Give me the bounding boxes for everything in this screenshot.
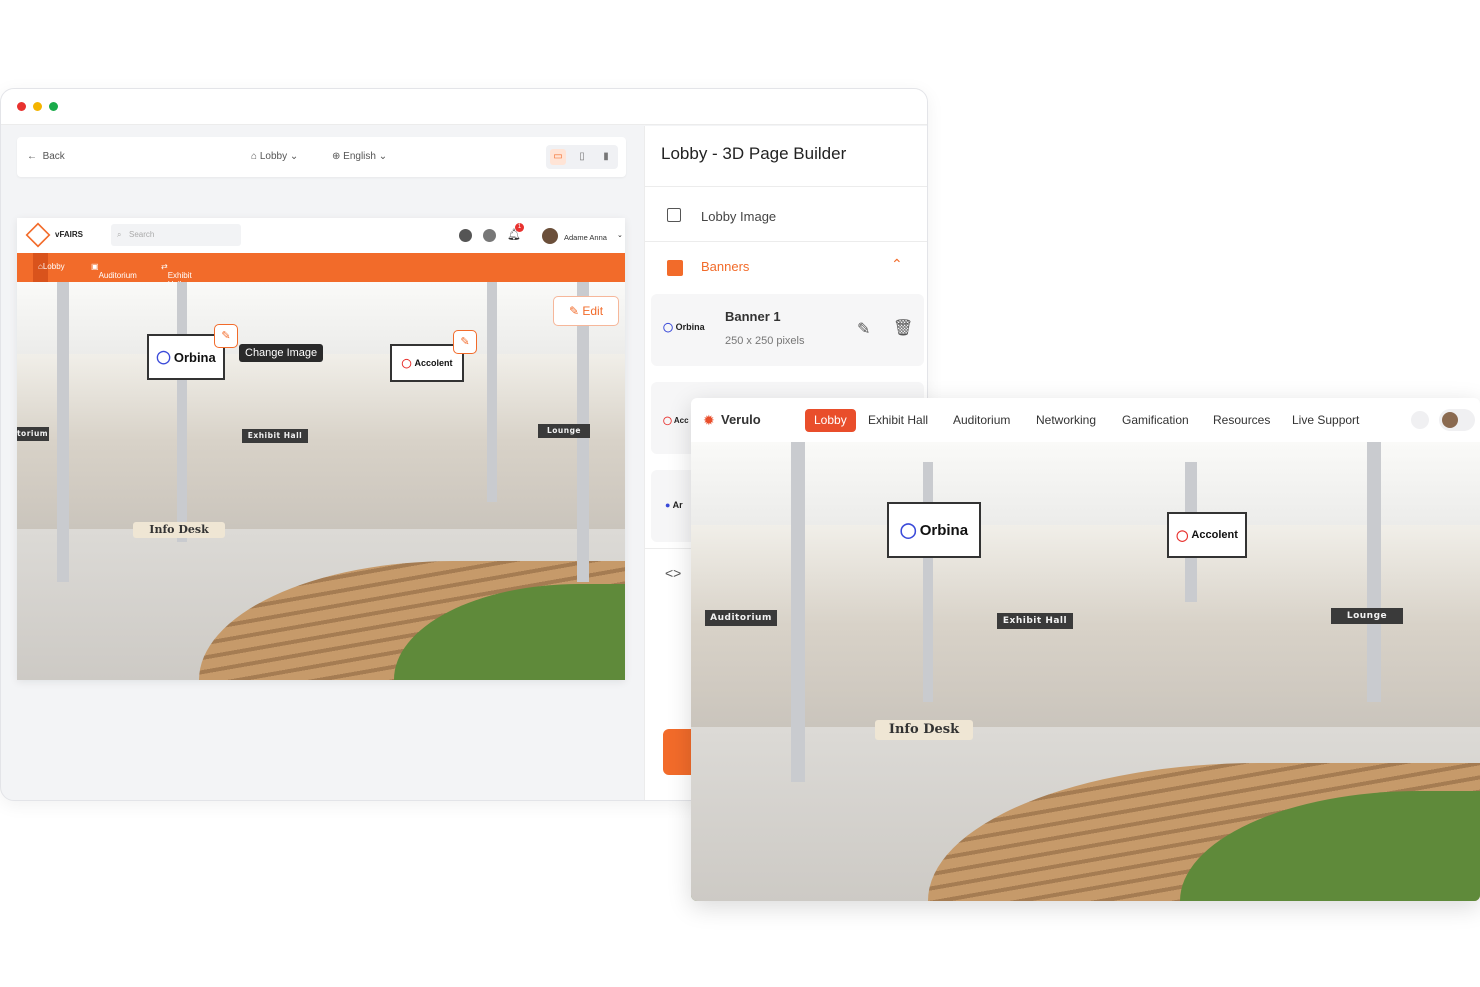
nav-exhibit-hall[interactable]: ⇄ Exhibit Hall (161, 262, 192, 289)
notification-icon[interactable] (1411, 411, 1429, 429)
image-icon (667, 208, 681, 222)
orbina-banner[interactable]: ◯ Orbina (887, 502, 981, 558)
lounge-sign: Lounge (1331, 608, 1403, 624)
attendee-scene: ◯ Orbina ◯ Accolent Auditorium Exhibit Hal… (691, 442, 1480, 901)
close-window-dot[interactable] (17, 102, 26, 111)
change-image-tooltip: Change Image (239, 344, 324, 362)
info-desk-sign: Info Desk (875, 720, 973, 740)
back-button[interactable]: ← Back (27, 151, 65, 162)
chevron-down-icon[interactable]: ⌄ (617, 231, 623, 239)
code-icon: <> (665, 565, 682, 581)
banner-layout-icon (667, 260, 683, 276)
nav-auditorium[interactable]: Auditorium (953, 413, 1010, 427)
desktop-view-icon[interactable]: ▭ (550, 149, 566, 165)
lobby-preview: vFAIRS ⌕ Search 🔔︎ 1 Adame Anna ⌄ ⌂ Lobby… (17, 218, 625, 680)
mobile-view-icon[interactable]: ▮ (598, 149, 614, 165)
chevron-down-icon: ⌄ (289, 151, 299, 162)
device-switcher: ▭ ▯ ▮ (546, 145, 618, 169)
nav-resources[interactable]: Resources (1213, 413, 1270, 427)
user-name: Adame Anna (564, 233, 607, 242)
nav-lobby[interactable]: ⌂ Lobby (33, 253, 65, 282)
panel-title: Lobby - 3D Page Builder (661, 144, 847, 163)
verulo-logo-icon: ✹ (703, 412, 715, 428)
info-desk-sign: Info Desk (133, 522, 225, 538)
chevron-up-icon[interactable]: ⌃ (891, 256, 903, 273)
chevron-down-icon: ⌄ (378, 151, 388, 162)
nav-lobby[interactable]: Lobby (805, 409, 856, 432)
preview-nav: ⌂ Lobby ▣ Auditorium ⇄ Exhibit Hall (17, 253, 625, 289)
lounge-sign: Lounge (538, 424, 590, 438)
exhibit-hall-sign: Exhibit Hall (242, 429, 308, 443)
user-menu[interactable] (1439, 409, 1475, 431)
tablet-view-icon[interactable]: ▯ (574, 149, 590, 165)
notification-badge: 1 (515, 223, 524, 232)
auditorium-sign: Auditorium (17, 427, 49, 441)
orbina-logo: ◯ Orbina (663, 322, 705, 332)
banners-row[interactable]: Banners ⌃ (645, 241, 927, 296)
banner-1-card: ◯ Orbina Banner 1 250 x 250 pixels ✎ 🗑︎ (651, 294, 924, 366)
edit-icon[interactable]: ✎ (857, 319, 870, 339)
preview-header: vFAIRS ⌕ Search 🔔︎ 1 Adame Anna ⌄ (17, 218, 625, 253)
auditorium-sign: Auditorium (705, 610, 777, 626)
nav-exhibit-hall[interactable]: Exhibit Hall (868, 413, 928, 427)
attendee-nav: ✹ Verulo Lobby Exhibit Hall Auditorium N… (691, 398, 1480, 442)
trash-icon[interactable]: 🗑︎ (893, 318, 913, 338)
arrow-left-icon: ← (27, 151, 37, 162)
pencil-icon: ✎ (568, 304, 580, 318)
banner-title: Banner 1 (725, 309, 781, 324)
maximize-window-dot[interactable] (49, 102, 58, 111)
brand-name: Verulo (721, 412, 761, 427)
nav-live-support[interactable]: Live Support (1292, 413, 1359, 427)
lobby-image-row[interactable]: Lobby Image (645, 186, 927, 241)
accolent-logo: ◯ Acc (663, 416, 689, 425)
avatar (1442, 412, 1458, 428)
language-select[interactable]: ⊕ English ⌄ (332, 151, 387, 162)
page-select[interactable]: ⌂ Lobby ⌄ (251, 151, 298, 162)
edit-banner-pencil-icon[interactable]: ✎ (453, 330, 477, 354)
accessibility-icon[interactable] (483, 229, 496, 242)
vfairs-logo-icon (25, 222, 51, 248)
brand-name: vFAIRS (55, 230, 84, 239)
nav-gamification[interactable]: Gamification (1122, 413, 1189, 427)
attendee-view: ✹ Verulo Lobby Exhibit Hall Auditorium N… (691, 398, 1480, 901)
globe-icon: ⊕ (332, 151, 341, 162)
edit-banner-pencil-icon[interactable]: ✎ (214, 324, 238, 348)
edit-button[interactable]: ✎ Edit (553, 296, 619, 326)
window-titlebar (1, 89, 927, 125)
banner-size: 250 x 250 pixels (725, 335, 805, 347)
home-icon: ⌂ (251, 151, 258, 162)
preview-scene: ◯ Orbina ◯ Accolent ✎ ✎ Change Image ✎ Edi… (17, 282, 625, 680)
builder-toolbar: ← Back ⌂ Lobby ⌄ ⊕ English ⌄ ▭ ▯ ▮ (17, 137, 626, 177)
exhibit-hall-sign: Exhibit Hall (997, 613, 1073, 629)
chat-icon[interactable] (459, 229, 472, 242)
partial-logo: ● Ar (665, 500, 683, 510)
search-icon: ⌕ (117, 230, 122, 239)
accolent-banner[interactable]: ◯ Accolent (1167, 512, 1247, 558)
minimize-window-dot[interactable] (33, 102, 42, 111)
nav-networking[interactable]: Networking (1036, 413, 1096, 427)
nav-auditorium[interactable]: ▣ Auditorium (91, 262, 137, 280)
preview-search-input[interactable]: ⌕ Search (111, 224, 241, 246)
avatar[interactable] (542, 228, 558, 244)
